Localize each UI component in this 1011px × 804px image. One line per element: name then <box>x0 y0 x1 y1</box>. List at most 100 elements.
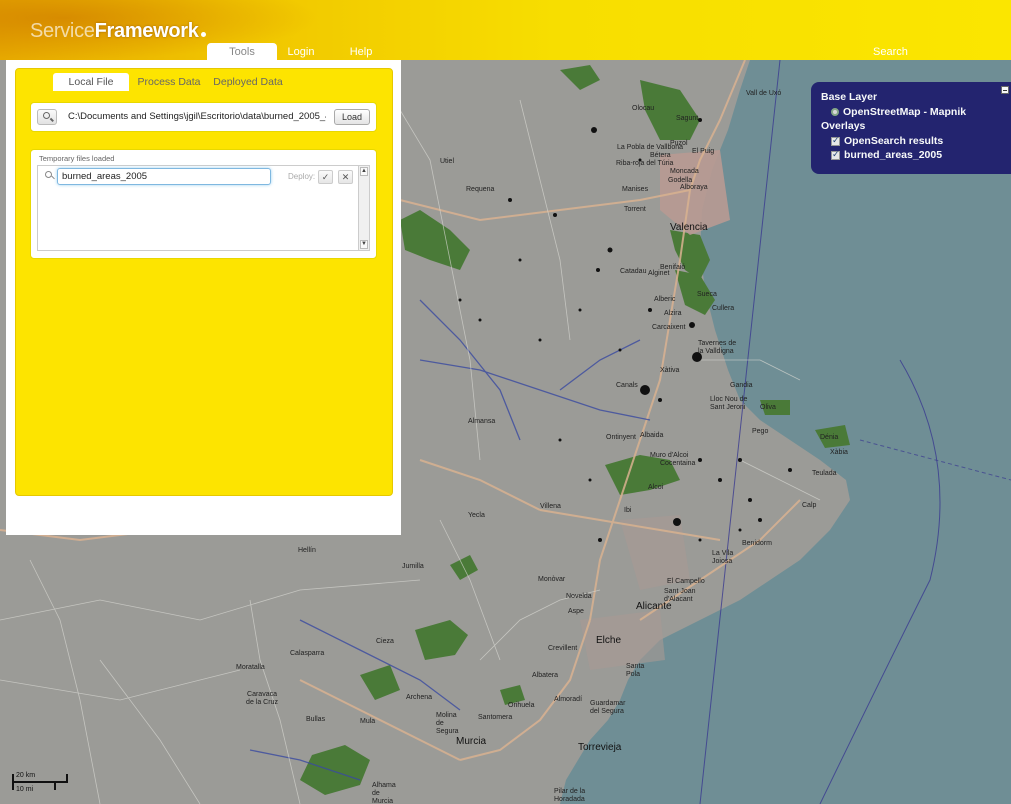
map-label: Yecla <box>468 512 485 519</box>
list-scrollbar[interactable]: ▲ ▼ <box>358 166 369 250</box>
logo-dot-icon <box>200 32 206 37</box>
file-path-field[interactable]: C:\Documents and Settings\jgil\Escritori… <box>68 111 326 125</box>
map-label: Ibi <box>624 507 632 514</box>
tab-login[interactable]: Login <box>278 43 324 60</box>
map-scale: 20 km 10 mi <box>12 772 72 796</box>
checkbox-icon[interactable] <box>831 149 840 160</box>
tab-help[interactable]: Help <box>338 43 384 60</box>
base-layer-label: OpenStreetMap - Mapnik <box>843 106 967 118</box>
overlay-label: burned_areas_2005 <box>844 149 943 161</box>
map-label: Lloc Nou de Sant Jeroni <box>710 396 748 411</box>
scale-tick <box>66 774 68 783</box>
map-label: Alboraya <box>680 184 708 191</box>
map-label: Catadau <box>620 268 647 275</box>
map-label: Vall de Uxó <box>746 90 782 97</box>
map-label: Valencia <box>670 222 708 233</box>
app-logo[interactable]: ServiceFramework <box>30 20 206 43</box>
map-label: Calasparra <box>290 650 325 657</box>
map-label: Moncada <box>670 168 699 175</box>
map-label: Puzol <box>670 140 688 147</box>
scroll-down-icon[interactable]: ▼ <box>360 240 368 249</box>
map-label: Albaida <box>640 432 664 439</box>
logo-text-bold: Framework <box>94 20 199 42</box>
map-label: Crevillent <box>548 645 578 652</box>
map-label: El Puig <box>692 148 715 155</box>
scale-km-label: 20 km <box>16 772 36 779</box>
overlay-option[interactable]: OpenSearch results <box>821 134 1011 148</box>
map-label: Alcoi <box>648 484 664 491</box>
map-label: Alhama de Murcia <box>372 782 396 804</box>
map-label: Alzira <box>664 310 682 317</box>
map-label: Utiel <box>440 158 455 165</box>
map-label: Benidorm <box>742 540 772 547</box>
overlay-option[interactable]: burned_areas_2005 <box>821 148 1011 162</box>
map-label: Oliva <box>760 404 776 411</box>
scale-tick <box>12 774 14 790</box>
scroll-up-icon[interactable]: ▲ <box>360 167 368 176</box>
search-icon <box>45 171 52 178</box>
minimize-icon[interactable] <box>1001 86 1009 94</box>
map-label: Orihuela <box>508 702 535 709</box>
map-label: Caravaca de la Cruz <box>246 691 278 706</box>
map-label: Torrent <box>624 206 646 213</box>
radio-icon[interactable] <box>831 108 839 116</box>
map-label: Requena <box>466 186 495 193</box>
load-button[interactable]: Load <box>334 109 370 125</box>
map-label: Pilar de la Horadada <box>554 788 586 803</box>
map-label: Benifaió <box>660 264 686 271</box>
map-label: Bullas <box>306 716 326 723</box>
map-label: Almansa <box>468 418 496 425</box>
map-label: Alberic <box>654 296 676 303</box>
map-label: Bétera <box>650 152 671 159</box>
tab-tools[interactable]: Tools <box>207 43 277 60</box>
layer-name-input[interactable]: burned_areas_2005 <box>57 168 271 185</box>
map-label: Pego <box>752 428 769 435</box>
search-icon <box>43 112 50 119</box>
map-label: La Vila Joiosa <box>712 550 734 565</box>
subtab-local-file[interactable]: Local File <box>53 73 129 91</box>
map-label: Xàbia <box>830 449 848 456</box>
map-label: Aspe <box>568 608 584 615</box>
map-label: Torrevieja <box>578 742 622 753</box>
subtab-process-data[interactable]: Process Data <box>134 73 204 91</box>
map-label: Guardamar del Segura <box>590 700 626 715</box>
map-label: Murcia <box>456 736 487 747</box>
map-label: Manises <box>622 186 649 193</box>
checkbox-icon[interactable] <box>831 135 840 146</box>
overlays-heading: Overlays <box>821 120 866 132</box>
map-label: Monòvar <box>538 576 566 583</box>
map-label: Teulada <box>812 470 837 477</box>
map-label: El Campello <box>667 578 705 585</box>
deploy-label: Deploy: <box>288 172 316 181</box>
tools-panel: Local File Process Data Deployed Data <box>15 68 393 496</box>
map-label: Albatera <box>532 672 559 679</box>
map-label: Hellín <box>298 547 316 554</box>
map-label: Gandia <box>730 382 753 389</box>
map-label: Cieza <box>376 638 394 645</box>
app-header: ServiceFramework Tools Login Help Search <box>0 0 1011 60</box>
subtab-deployed-data[interactable]: Deployed Data <box>210 73 286 91</box>
base-layer-option[interactable]: OpenStreetMap - Mapnik <box>821 105 1011 119</box>
map-label: Riba-roja del Túria <box>616 160 674 167</box>
map-label: Novelda <box>566 593 592 600</box>
map-label: Villena <box>540 503 561 510</box>
map-label: Molina de Segura <box>436 712 459 735</box>
browse-button[interactable] <box>37 109 57 125</box>
map-label: Dénia <box>820 434 839 441</box>
map-label: Cullera <box>712 305 735 312</box>
logo-text-light: Service <box>30 20 95 42</box>
map-label: Canals <box>616 382 638 389</box>
map-label: Muro d'Alcoi <box>650 452 689 459</box>
map-label: Jumilla <box>402 563 424 570</box>
deploy-cancel-button[interactable]: ✕ <box>338 170 353 184</box>
map-label: Tavernes de la Valldigna <box>698 340 737 355</box>
map-label: Carcaixent <box>652 324 686 331</box>
overlay-label: OpenSearch results <box>844 135 944 147</box>
map-label: Xàtiva <box>660 367 680 374</box>
map-label: Sagunt <box>676 115 699 122</box>
search-link[interactable]: Search <box>873 46 908 58</box>
map-label: Santomera <box>478 714 513 721</box>
map-label: Santa Pola <box>626 663 645 678</box>
deploy-confirm-button[interactable]: ✓ <box>318 170 333 184</box>
scale-bar <box>12 781 68 783</box>
